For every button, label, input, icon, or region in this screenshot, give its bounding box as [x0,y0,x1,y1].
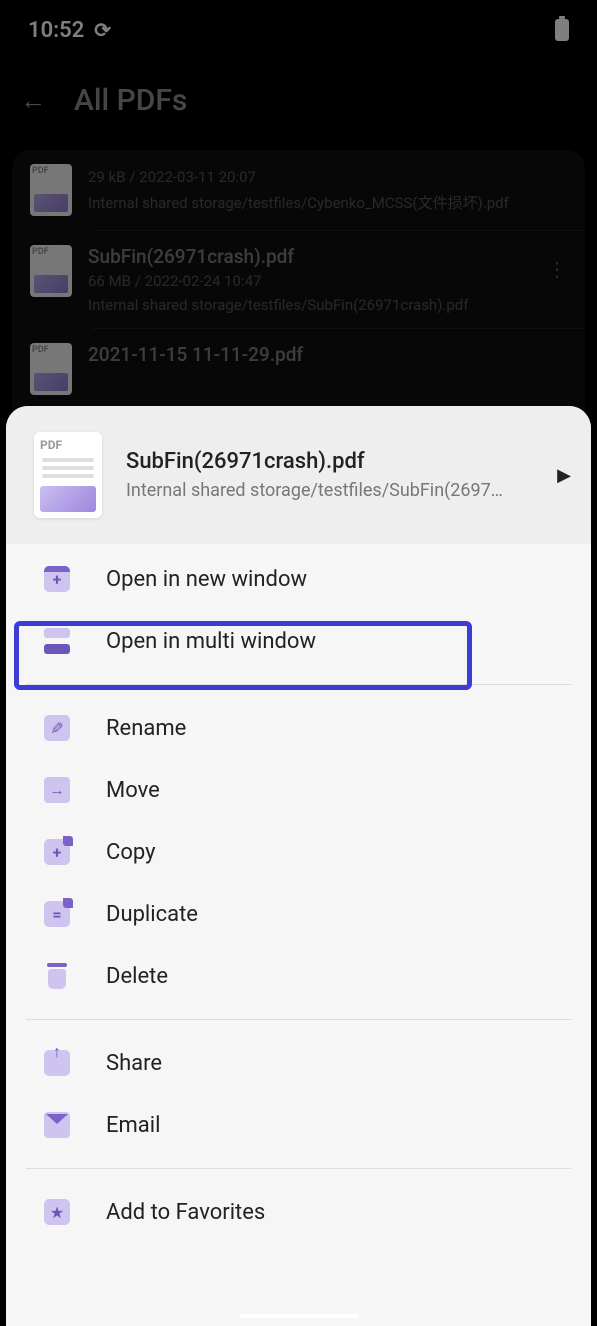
open-new-window-label: Open in new window [106,567,307,592]
pdf-thumb-icon [34,432,102,518]
add-favorites-item[interactable]: Add to Favorites [6,1181,591,1243]
copy-icon [44,839,70,865]
delete-item[interactable]: Delete [6,945,591,1007]
move-label: Move [106,778,160,803]
open-multi-window-label: Open in multi window [106,629,316,654]
multi-window-icon [44,628,70,654]
share-item[interactable]: Share [6,1032,591,1094]
email-icon [44,1112,70,1138]
open-new-window-item[interactable]: Open in new window [6,548,591,610]
sheet-header[interactable]: SubFin(26971crash).pdf Internal shared s… [6,406,591,544]
chevron-right-icon: ▶ [557,465,571,486]
open-multi-window-item[interactable]: Open in multi window [6,610,591,672]
duplicate-label: Duplicate [106,902,198,927]
divider [26,1168,571,1169]
divider [26,1019,571,1020]
move-icon [44,777,70,803]
divider [26,684,571,685]
rename-icon [44,715,70,741]
rename-label: Rename [106,716,186,741]
email-item[interactable]: Email [6,1094,591,1156]
copy-item[interactable]: Copy [6,821,591,883]
new-window-icon [44,566,70,592]
sheet-file-path: Internal shared storage/testfiles/SubFin… [126,480,533,501]
email-label: Email [106,1113,160,1138]
home-indicator[interactable] [239,1314,359,1318]
screen: 10:52 ⟳ ← All PDFs 29 kB / 2022-03-11 20… [0,0,597,1326]
rename-item[interactable]: Rename [6,697,591,759]
action-sheet: SubFin(26971crash).pdf Internal shared s… [6,406,591,1326]
move-item[interactable]: Move [6,759,591,821]
delete-label: Delete [106,964,168,989]
duplicate-icon [44,901,70,927]
sheet-file-name: SubFin(26971crash).pdf [126,449,533,474]
share-label: Share [106,1051,162,1076]
copy-label: Copy [106,840,156,865]
delete-icon [44,963,70,989]
star-icon [44,1199,70,1225]
duplicate-item[interactable]: Duplicate [6,883,591,945]
share-icon [44,1050,70,1076]
add-favorites-label: Add to Favorites [106,1200,265,1225]
